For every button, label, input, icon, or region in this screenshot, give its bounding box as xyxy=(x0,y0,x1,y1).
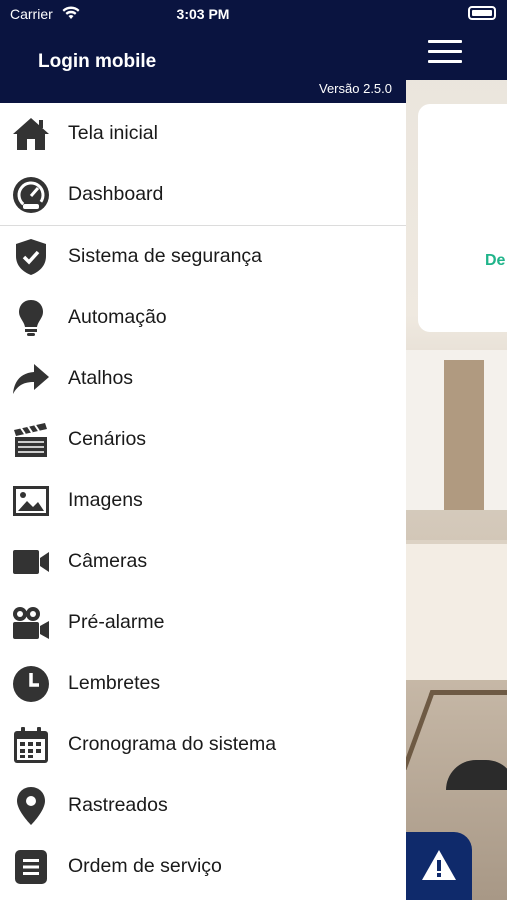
background-app: De xyxy=(406,0,507,900)
calendar-icon xyxy=(12,726,50,764)
menu-item-automacao[interactable]: Automação xyxy=(0,287,406,348)
film-camera-icon xyxy=(12,604,50,642)
gauge-icon xyxy=(12,176,50,214)
status-time: 3:03 PM xyxy=(176,6,230,22)
shield-icon xyxy=(12,238,50,276)
menu-item-rastreados[interactable]: Rastreados xyxy=(0,775,406,836)
menu-item-label: Câmeras xyxy=(68,550,148,572)
video-camera-icon xyxy=(12,543,50,581)
menu-item-label: Rastreados xyxy=(68,794,168,816)
document-list-icon xyxy=(12,848,50,886)
menu-item-pre-alarme[interactable]: Pré-alarme xyxy=(0,592,406,653)
background-card[interactable]: De xyxy=(418,104,507,332)
background-top-bar xyxy=(406,0,507,80)
warning-icon xyxy=(422,850,456,880)
map-pin-icon xyxy=(12,787,50,825)
menu-item-dashboard[interactable]: Dashboard xyxy=(0,164,406,225)
card-text: De xyxy=(485,252,506,269)
alert-button[interactable] xyxy=(406,832,472,900)
drawer-header: Carrier 3:03 PM Login mobile Versão 2.5.… xyxy=(0,0,406,103)
menu-item-cenarios[interactable]: Cenários xyxy=(0,409,406,470)
hamburger-menu-icon[interactable] xyxy=(428,40,462,66)
menu-item-atalhos[interactable]: Atalhos xyxy=(0,348,406,409)
drawer-menu: Tela inicial Dashboard Sistema de segura… xyxy=(0,103,406,897)
image-icon xyxy=(12,482,50,520)
app-version: Versão 2.5.0 xyxy=(319,81,392,96)
menu-item-label: Cenários xyxy=(68,428,147,450)
menu-item-label: Cronograma do sistema xyxy=(68,733,277,755)
menu-item-label: Automação xyxy=(68,306,167,328)
menu-item-label: Imagens xyxy=(68,489,143,511)
menu-item-label: Lembretes xyxy=(68,672,161,694)
menu-item-imagens[interactable]: Imagens xyxy=(0,470,406,531)
menu-item-label: Sistema de segurança xyxy=(68,245,263,267)
menu-item-label: Atalhos xyxy=(68,367,134,389)
background-photo-chair-leg xyxy=(406,690,507,770)
menu-item-cameras[interactable]: Câmeras xyxy=(0,531,406,592)
menu-item-lembretes[interactable]: Lembretes xyxy=(0,653,406,714)
battery-icon xyxy=(468,6,496,20)
clock-icon xyxy=(12,665,50,703)
menu-item-ordem-de-servico[interactable]: Ordem de serviço xyxy=(0,836,406,897)
navigation-drawer: Carrier 3:03 PM Login mobile Versão 2.5.… xyxy=(0,0,406,900)
menu-item-label: Dashboard xyxy=(68,183,164,205)
menu-item-label: Tela inicial xyxy=(68,122,158,144)
clapperboard-icon xyxy=(12,421,50,459)
share-arrow-icon xyxy=(12,360,50,398)
menu-item-cronograma-do-sistema[interactable]: Cronograma do sistema xyxy=(0,714,406,775)
menu-item-label: Pré-alarme xyxy=(68,611,165,633)
drawer-title: Login mobile xyxy=(38,51,157,72)
menu-item-tela-inicial[interactable]: Tela inicial xyxy=(0,103,406,164)
background-photo-curtain xyxy=(444,360,484,510)
menu-item-label: Ordem de serviço xyxy=(68,855,222,877)
background-photo-chair xyxy=(406,540,507,680)
menu-item-sistema-de-seguranca[interactable]: Sistema de segurança xyxy=(0,226,406,287)
lightbulb-icon xyxy=(12,299,50,337)
home-icon xyxy=(12,115,50,153)
